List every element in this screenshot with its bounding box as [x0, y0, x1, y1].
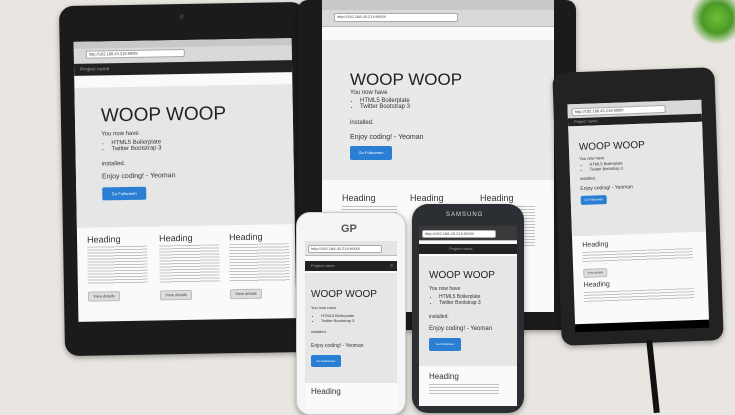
- phone-white: GP http://192.168.43.219:9000/ Project n…: [296, 212, 406, 415]
- phone-brand-logo: SAMSUNG: [446, 212, 484, 218]
- feature-list: HTML5 Boilerplate Twitter Bootstrap 3: [101, 139, 161, 152]
- plant-leaves: [690, 0, 735, 45]
- installed-text: installed.: [101, 161, 126, 168]
- column-heading-1: Heading: [311, 387, 341, 396]
- fullscreen-button[interactable]: Go Fullscreen: [429, 338, 461, 351]
- fullscreen-button[interactable]: Go Fullscreen: [350, 146, 392, 160]
- usb-cable: [646, 339, 660, 414]
- site-title: WOOP WOOP: [578, 139, 645, 154]
- navbar-brand[interactable]: Project name: [80, 63, 110, 76]
- phone-samsung-screen: http://192.168.43.219:9000/ Project name…: [419, 226, 517, 406]
- lead-text: You now have: [429, 286, 461, 292]
- enjoy-text: Enjoy coding! - Yeoman: [350, 134, 424, 141]
- column-heading-1: Heading: [429, 372, 459, 381]
- column-heading-3: Heading: [228, 231, 263, 243]
- navbar-brand[interactable]: Project name: [311, 261, 335, 271]
- feature-list: HTML5 Boilerplate Twitter Bootstrap 3: [350, 98, 410, 110]
- browser-tabbar: [73, 38, 292, 49]
- menu-icon[interactable]: ≡: [391, 261, 393, 271]
- address-bar[interactable]: http://192.168.43.219:9000/: [85, 48, 185, 59]
- feature-item: Twitter Bootstrap 3: [590, 166, 624, 172]
- column-text-2: [159, 244, 220, 284]
- site-navbar: Project name ≡: [305, 261, 397, 271]
- phone-white-screen: http://192.168.43.219:9000/ Project name…: [305, 241, 397, 409]
- installed-text: installed.: [579, 175, 596, 182]
- browser-chrome: http://192.168.43.219:9000/: [322, 0, 554, 27]
- feature-item: Twitter Bootstrap 3: [360, 104, 410, 110]
- column-heading-1: Heading: [342, 193, 376, 203]
- view-details-button[interactable]: View details: [87, 291, 121, 302]
- address-bar[interactable]: http://192.168.43.219:9000/: [422, 230, 496, 238]
- navbar-brand[interactable]: Project name: [449, 244, 473, 254]
- column-heading-2: Heading: [583, 281, 610, 289]
- column-heading-1: Heading: [582, 241, 609, 249]
- address-bar[interactable]: http://192.168.43.219:9000/: [308, 245, 382, 253]
- tablet-left-camera: [179, 13, 185, 20]
- enjoy-text: Enjoy coding! - Yeoman: [311, 343, 364, 349]
- lead-text: You now have: [350, 90, 388, 96]
- site-navbar: Project name: [419, 244, 517, 254]
- site-title: WOOP WOOP: [350, 70, 463, 89]
- column-heading-2: Heading: [410, 193, 444, 203]
- lead-text: You now have: [579, 155, 605, 162]
- fullscreen-button[interactable]: Go Fullscreen: [102, 186, 147, 201]
- column-heading-2: Heading: [158, 232, 193, 244]
- column-text-1: [429, 384, 499, 394]
- browser-chrome: http://192.168.43.219:9000/: [305, 241, 397, 256]
- column-text-3: [229, 243, 290, 283]
- lead-text: You now have: [101, 130, 139, 138]
- jumbotron: WOOP WOOP You now have HTML5 Boilerplate…: [568, 121, 706, 237]
- column-heading-1: Heading: [86, 234, 121, 245]
- installed-text: installed.: [350, 120, 374, 126]
- phone-samsung: SAMSUNG http://192.168.43.219:9000/ Proj…: [412, 204, 524, 413]
- column-text-1: [87, 245, 148, 285]
- fullscreen-button[interactable]: Go Fullscreen: [580, 195, 607, 205]
- feature-list: HTML5 Boilerplate Twitter Bootstrap 3: [429, 294, 481, 306]
- fullscreen-button[interactable]: Go Fullscreen: [311, 355, 341, 367]
- lead-text: You now have: [311, 305, 336, 310]
- jumbotron: WOOP WOOP You now have HTML5 Boilerplate…: [419, 256, 517, 366]
- jumbotron: WOOP WOOP You now have HTML5 Boilerplate…: [74, 84, 295, 228]
- tablet-left-screen: http://192.168.43.219:9000/ Project name…: [73, 38, 297, 322]
- feature-item: Twitter Bootstrap 3: [111, 145, 161, 152]
- enjoy-text: Enjoy coding! - Yeoman: [580, 184, 633, 192]
- feature-item: Twitter Bootstrap 3: [439, 300, 481, 306]
- installed-text: installed.: [311, 329, 327, 334]
- jumbotron: WOOP WOOP You now have HTML5 Boilerplate…: [305, 273, 397, 383]
- site-navbar: Project name: [73, 60, 293, 76]
- site-title: WOOP WOOP: [429, 270, 495, 281]
- enjoy-text: Enjoy coding! - Yeoman: [101, 172, 176, 181]
- jumbotron: WOOP WOOP You now have HTML5 Boilerplate…: [322, 40, 554, 180]
- enjoy-text: Enjoy coding! - Yeoman: [429, 326, 493, 332]
- phone-brand-logo: GP: [341, 223, 357, 235]
- tablet-left: http://192.168.43.219:9000/ Project name…: [58, 1, 312, 357]
- feature-item: Twitter Bootstrap 3: [321, 318, 354, 323]
- column-heading-3: Heading: [480, 193, 514, 203]
- site-title: WOOP WOOP: [311, 289, 377, 300]
- feature-list: HTML5 Boilerplate Twitter Bootstrap 3: [579, 161, 623, 173]
- tablet-right: http://192.168.43.219:9000/ Project name…: [552, 67, 724, 346]
- site-title: WOOP WOOP: [100, 103, 227, 127]
- feature-list: HTML5 Boilerplate Twitter Bootstrap 3: [311, 313, 354, 323]
- column-text-1: [582, 248, 693, 264]
- view-details-button[interactable]: View details: [159, 289, 193, 301]
- view-details-button[interactable]: View details: [229, 288, 263, 300]
- browser-tabbar: [322, 0, 554, 10]
- installed-text: installed.: [429, 314, 449, 320]
- column-text-2: [583, 288, 695, 304]
- tablet-right-screen: http://192.168.43.219:9000/ Project name…: [567, 99, 710, 327]
- address-bar[interactable]: http://192.168.43.219:9000/: [334, 13, 458, 22]
- view-details-button[interactable]: View details: [583, 268, 608, 278]
- browser-chrome: http://192.168.43.219:9000/: [419, 226, 517, 241]
